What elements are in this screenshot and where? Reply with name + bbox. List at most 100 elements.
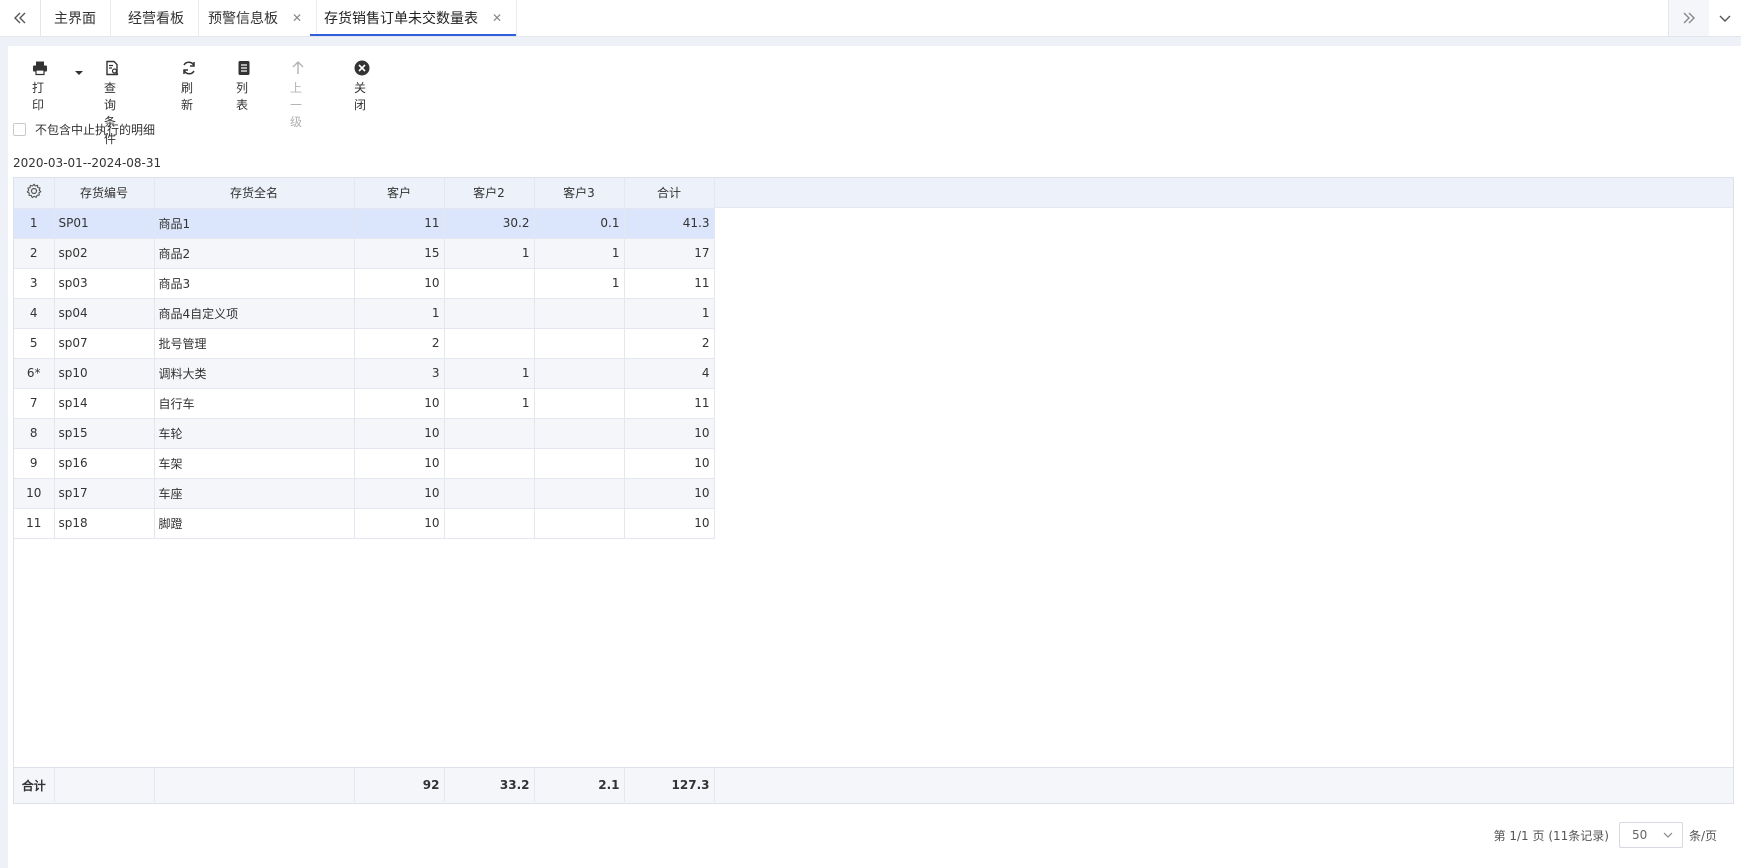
table-cell-c2 (444, 328, 535, 359)
exclude-terminated-label: 不包含中止执行的明细 (35, 123, 156, 137)
table-cell-code: sp10 (54, 358, 155, 389)
table-row[interactable]: 9 sp16 车架 10 10 (14, 448, 715, 479)
table-cell-c3 (534, 508, 625, 539)
table-cell-code: sp18 (54, 508, 155, 539)
close-icon[interactable]: ✕ (492, 11, 502, 25)
table-cell-c1: 10 (354, 388, 445, 419)
data-table: 存货编号 存货全名 客户 客户2 客户3 合计 1 SP01 商品1 11 30.2 0.… (14, 178, 715, 539)
table-cell-c2: 1 (444, 388, 535, 419)
tabs-menu-button[interactable] (1708, 0, 1741, 36)
table-cell-name: 脚蹬 (154, 508, 355, 539)
column-header-total[interactable]: 合计 (624, 178, 715, 209)
table-cell-total: 10 (624, 508, 715, 539)
caret-down-icon (75, 71, 83, 75)
refresh-button[interactable]: 刷新 (181, 60, 197, 113)
table-cell-c2: 1 (444, 358, 535, 389)
table-cell-c3 (534, 388, 625, 419)
table-cell-c3 (534, 448, 625, 479)
table-cell-c3 (534, 298, 625, 329)
tab-dashboard[interactable]: 经营看板 (114, 0, 199, 36)
table-cell-c3 (534, 328, 625, 359)
table-row[interactable]: 6* sp10 调料大类 3 1 4 (14, 358, 715, 389)
chevron-down-icon (1719, 15, 1730, 22)
table-cell-idx: 6* (14, 358, 55, 389)
table-cell-c2 (444, 418, 535, 449)
tab-home[interactable]: 主界面 (40, 0, 111, 36)
print-dropdown-button[interactable] (74, 68, 84, 81)
table-row[interactable]: 2 sp02 商品2 15 1 1 17 (14, 238, 715, 269)
table-cell-total: 1 (624, 298, 715, 329)
table-cell-total: 41.3 (624, 208, 715, 239)
table-cell-name: 商品2 (154, 238, 355, 269)
table-cell-total: 4 (624, 358, 715, 389)
tab-label: 预警信息板 (208, 11, 278, 27)
page-size-select[interactable]: 50 (1618, 822, 1683, 848)
table-cell-name: 商品3 (154, 268, 355, 299)
exclude-terminated-filter[interactable]: 不包含中止执行的明细 (13, 121, 155, 138)
column-header-name[interactable]: 存货全名 (154, 178, 355, 209)
exclude-terminated-checkbox[interactable] (13, 123, 26, 136)
table-cell-c2: 30.2 (444, 208, 535, 239)
table-cell-code: SP01 (54, 208, 155, 239)
table-cell-c1: 3 (354, 358, 445, 389)
list-document-icon (238, 61, 250, 75)
table-cell-idx: 9 (14, 448, 55, 479)
arrow-up-icon (292, 61, 304, 74)
table-row[interactable]: 4 sp04 商品4自定义项 1 1 (14, 298, 715, 329)
list-label: 列表 (236, 81, 249, 112)
table-cell-c2 (444, 508, 535, 539)
up-level-button[interactable]: 上一级 (290, 60, 306, 130)
tab-bar: 主界面 经营看板 预警信息板 ✕ 存货销售订单未交数量表 ✕ (0, 0, 1741, 37)
list-button[interactable]: 列表 (236, 60, 252, 113)
close-button[interactable]: 关闭 (354, 60, 370, 113)
table-cell-idx: 5 (14, 328, 55, 359)
table-row[interactable]: 5 sp07 批号管理 2 2 (14, 328, 715, 359)
table-cell-c1: 2 (354, 328, 445, 359)
scroll-tabs-right-button[interactable] (1668, 0, 1709, 36)
table-cell-c2 (444, 478, 535, 509)
table-cell-code: sp14 (54, 388, 155, 419)
table-cell-idx: 2 (14, 238, 55, 269)
print-button[interactable]: 打印 (32, 60, 48, 113)
table-cell-c2 (444, 448, 535, 479)
page-summary: 第 1/1 页 (11条记录) (1493, 828, 1609, 843)
table-cell-c1: 10 (354, 478, 445, 509)
close-icon[interactable]: ✕ (292, 11, 302, 25)
table-cell-code: sp16 (54, 448, 155, 479)
totals-row: 合计 92 33.2 2.1 127.3 (14, 767, 1733, 803)
table-row[interactable]: 7 sp14 自行车 10 1 11 (14, 388, 715, 419)
table-cell-name: 自行车 (154, 388, 355, 419)
column-header-customer2[interactable]: 客户2 (444, 178, 535, 209)
table-row[interactable]: 8 sp15 车轮 10 10 (14, 418, 715, 449)
table-row[interactable]: 10 sp17 车座 10 10 (14, 478, 715, 509)
table-cell-idx: 1 (14, 208, 55, 239)
table-row[interactable]: 1 SP01 商品1 11 30.2 0.1 41.3 (14, 208, 715, 239)
column-header-customer[interactable]: 客户 (354, 178, 445, 209)
close-circle-icon (354, 60, 370, 76)
column-settings-header[interactable] (14, 178, 55, 209)
table-cell-idx: 10 (14, 478, 55, 509)
up-level-label: 上一级 (290, 81, 303, 129)
tab-alerts[interactable]: 预警信息板 ✕ (194, 0, 318, 36)
table-cell-c1: 10 (354, 268, 445, 299)
scroll-tabs-left-button[interactable] (0, 0, 41, 36)
table-cell-c2 (444, 298, 535, 329)
column-header-customer3[interactable]: 客户3 (534, 178, 625, 209)
totals-table: 合计 92 33.2 2.1 127.3 (14, 768, 715, 802)
table-cell-c1: 10 (354, 448, 445, 479)
table-cell-c3 (534, 358, 625, 389)
table-cell-c3 (534, 418, 625, 449)
table-row[interactable]: 11 sp18 脚蹬 10 10 (14, 508, 715, 539)
gear-icon (26, 183, 42, 199)
table-cell-idx: 3 (14, 268, 55, 299)
double-chevron-right-icon (1683, 12, 1695, 24)
table-row[interactable]: 3 sp03 商品3 10 1 11 (14, 268, 715, 299)
table-cell-total: 10 (624, 448, 715, 479)
refresh-icon (183, 61, 195, 75)
table-cell-c1: 11 (354, 208, 445, 239)
column-header-code[interactable]: 存货编号 (54, 178, 155, 209)
page-size-value: 50 (1631, 828, 1648, 842)
tab-inventory-sales-order-report[interactable]: 存货销售订单未交数量表 ✕ (310, 0, 518, 36)
table-cell-c2 (444, 268, 535, 299)
table-cell-idx: 4 (14, 298, 55, 329)
